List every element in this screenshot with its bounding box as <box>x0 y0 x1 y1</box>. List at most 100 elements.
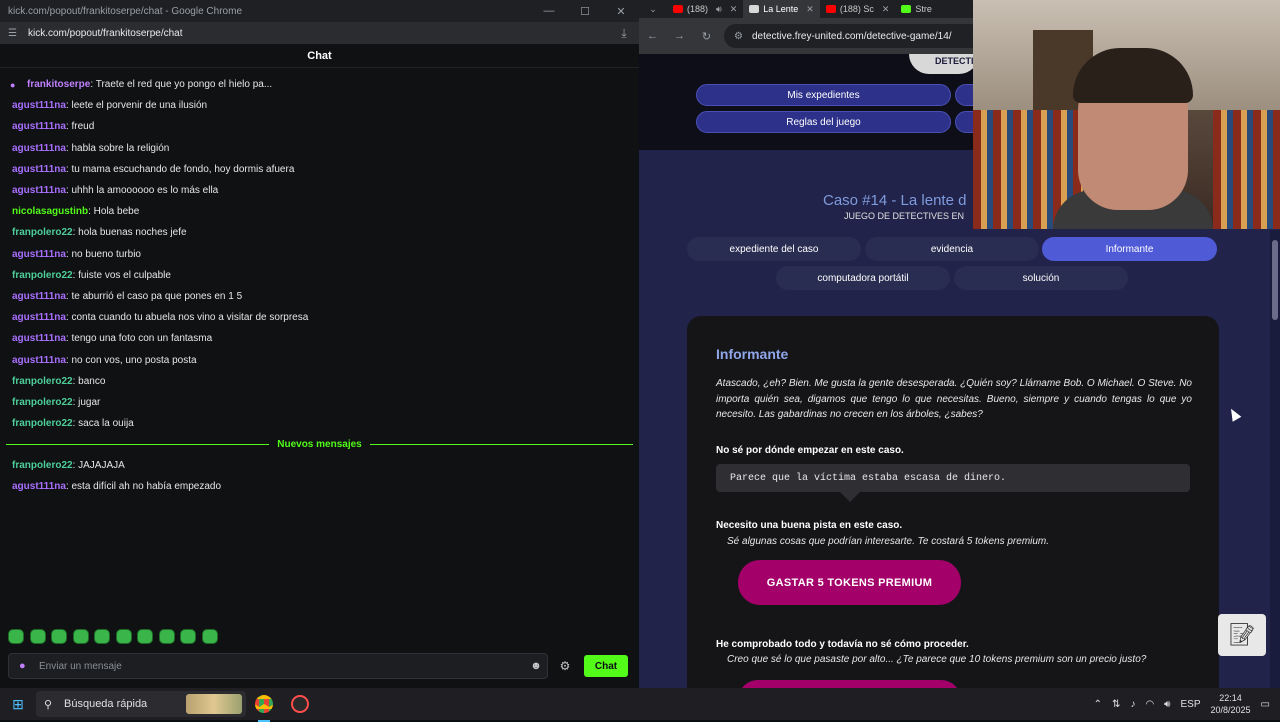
close-tab-icon[interactable]: ✕ <box>878 4 890 15</box>
chat-username[interactable]: agust111na <box>12 185 66 196</box>
chat-username[interactable]: franpolero22 <box>12 227 73 238</box>
page-scrollbar[interactable] <box>1270 230 1280 688</box>
chat-text: : no con vos, uno posta posta <box>65 354 197 366</box>
scrollbar-thumb[interactable] <box>1272 240 1278 320</box>
emote-icon[interactable] <box>29 629 46 644</box>
chat-message: ● frankitoserpe: Traete el red que yo pon… <box>0 74 639 95</box>
chat-message: franpolero22: banco <box>0 371 639 392</box>
tab-label: La Lente <box>763 4 799 14</box>
chat-username[interactable]: franpolero22 <box>12 397 73 408</box>
wifi-icon[interactable]: ◠ <box>1145 699 1154 710</box>
question-2[interactable]: Necesito una buena pista en este caso. <box>716 520 902 531</box>
tab-kick-stream[interactable]: Stre <box>895 0 938 18</box>
clock[interactable]: 22:14 20/8/2025 <box>1211 692 1251 716</box>
forward-icon[interactable]: → <box>666 30 693 42</box>
spend-10-tokens-button[interactable] <box>738 680 961 688</box>
send-chat-button[interactable]: Chat <box>584 655 628 677</box>
chat-username[interactable]: agust111na <box>12 100 66 111</box>
question-1[interactable]: No sé por dónde empezar en este caso. <box>716 445 904 456</box>
informant-heading: Informante <box>716 346 789 362</box>
chat-username[interactable]: agust111na <box>12 481 66 492</box>
tab-evidencia[interactable]: evidencia <box>865 237 1039 261</box>
address-bar[interactable]: ☰ kick.com/popout/frankitoserpe/chat ⤓ <box>0 22 639 44</box>
windows-start-icon[interactable]: ⊞ <box>0 696 36 713</box>
keyboard-language[interactable]: ESP <box>1180 699 1200 710</box>
mic-tray-icon[interactable]: ♪ <box>1130 699 1135 710</box>
chevron-down-icon[interactable]: ⌄ <box>639 4 667 15</box>
taskbar-chrome[interactable] <box>246 695 282 722</box>
notification-icon[interactable]: ▭ <box>1261 699 1270 710</box>
emote-icon[interactable] <box>8 629 24 644</box>
site-logo[interactable]: DETECTI <box>909 54 979 74</box>
site-settings-icon[interactable]: ⚙ <box>734 31 752 42</box>
chat-text: : te aburrió el caso pa que pones en 1 5 <box>65 290 243 302</box>
url-text[interactable]: detective.frey-united.com/detective-game… <box>752 31 952 42</box>
answer-bubble-tail <box>840 492 860 502</box>
maximize-icon[interactable]: ☐ <box>567 5 603 18</box>
chat-input[interactable] <box>39 660 525 672</box>
close-tab-icon[interactable]: ✕ <box>726 4 738 15</box>
chat-username[interactable]: agust111na <box>12 164 66 175</box>
tab-la-lente[interactable]: La Lente ✕ <box>743 0 820 18</box>
chat-username[interactable]: franpolero22 <box>12 460 73 471</box>
chat-username[interactable]: franpolero22 <box>12 270 73 281</box>
taskbar-search[interactable]: ⚲ Búsqueda rápida <box>36 691 246 717</box>
chat-username[interactable]: agust111na <box>12 121 66 132</box>
chat-username[interactable]: agust111na <box>12 291 66 302</box>
emote-icon[interactable] <box>137 629 153 644</box>
emote-icon[interactable] <box>72 629 89 644</box>
chat-username[interactable]: agust111na <box>12 249 66 260</box>
close-tab-icon[interactable]: ✕ <box>802 4 814 15</box>
chat-input-box[interactable]: ● ☻ <box>8 653 548 679</box>
informant-card: Informante Atascado, ¿eh? Bien. Me gusta… <box>687 316 1219 688</box>
chat-username[interactable]: franpolero22 <box>12 418 73 429</box>
tab-youtube-2[interactable]: (188) Sc ✕ <box>820 0 896 18</box>
emote-icon[interactable] <box>94 629 110 644</box>
back-icon[interactable]: ← <box>639 30 666 42</box>
chat-username[interactable]: agust111na <box>12 355 66 366</box>
speaker-icon[interactable]: 🔊︎ <box>712 4 722 15</box>
chevron-up-icon[interactable]: ⌃ <box>1094 699 1102 710</box>
chat-username[interactable]: franpolero22 <box>12 376 73 387</box>
site-info-icon[interactable]: ☰ <box>8 28 24 39</box>
kick-chat-window: kick.com/popout/frankitoserpe/chat - Goo… <box>0 0 639 688</box>
volume-icon[interactable]: 🔊︎ <box>1164 699 1170 710</box>
chat-text: : habla sobre la religión <box>65 142 170 154</box>
taskbar-recorder[interactable] <box>282 695 318 713</box>
chat-username[interactable]: agust111na <box>12 333 66 344</box>
tab-computadora-portatil[interactable]: computadora portátil <box>776 266 950 290</box>
tab-label: (188) <box>687 4 709 14</box>
spend-5-tokens-button[interactable]: GASTAR 5 TOKENS PREMIUM <box>738 560 961 605</box>
mic-icon[interactable]: ● <box>19 660 39 672</box>
network-icon[interactable]: ⇅ <box>1112 699 1120 710</box>
close-icon[interactable]: ✕ <box>603 5 639 18</box>
minimize-icon[interactable]: — <box>531 5 567 17</box>
system-tray: ⌃ ⇅ ♪ ◠ 🔊︎ ESP 22:14 20/8/2025 ▭ <box>1094 692 1280 716</box>
emote-icon[interactable] <box>158 629 175 644</box>
chat-header: Chat <box>0 44 639 68</box>
tab-expediente-del-caso[interactable]: expediente del caso <box>687 237 861 261</box>
chat-username[interactable]: frankitoserpe <box>27 79 90 90</box>
reload-icon[interactable]: ↻ <box>693 30 720 43</box>
tab-solucion[interactable]: solución <box>954 266 1128 290</box>
download-icon[interactable]: ⤓ <box>609 26 639 41</box>
chat-username[interactable]: nicolasagustinb <box>12 206 88 217</box>
emote-icon[interactable] <box>115 629 132 644</box>
emote-icon[interactable] <box>201 629 218 644</box>
divider-line <box>369 444 633 446</box>
tab-youtube-1[interactable]: (188) 🔊︎ ✕ <box>667 0 743 18</box>
new-messages-divider: Nuevos mensajes <box>0 434 639 455</box>
emoji-icon[interactable]: ☻ <box>525 660 547 672</box>
notepad-icon[interactable]: 📝︎ <box>1218 614 1266 656</box>
emote-icon[interactable] <box>51 629 67 644</box>
emote-icon[interactable] <box>180 629 196 644</box>
chat-username[interactable]: agust111na <box>12 312 66 323</box>
url-text[interactable]: kick.com/popout/frankitoserpe/chat <box>24 28 609 39</box>
nav-reglas-del-juego[interactable]: Reglas del juego <box>696 111 951 133</box>
detective-favicon-icon <box>749 5 760 13</box>
chat-username[interactable]: agust111na <box>12 143 66 154</box>
tab-informante[interactable]: Informante <box>1042 237 1217 261</box>
question-3[interactable]: He comprobado todo y todavía no sé cómo … <box>716 639 969 650</box>
nav-mis-expedientes[interactable]: Mis expedientes <box>696 84 951 106</box>
gear-icon[interactable]: ⚙ <box>552 659 578 673</box>
